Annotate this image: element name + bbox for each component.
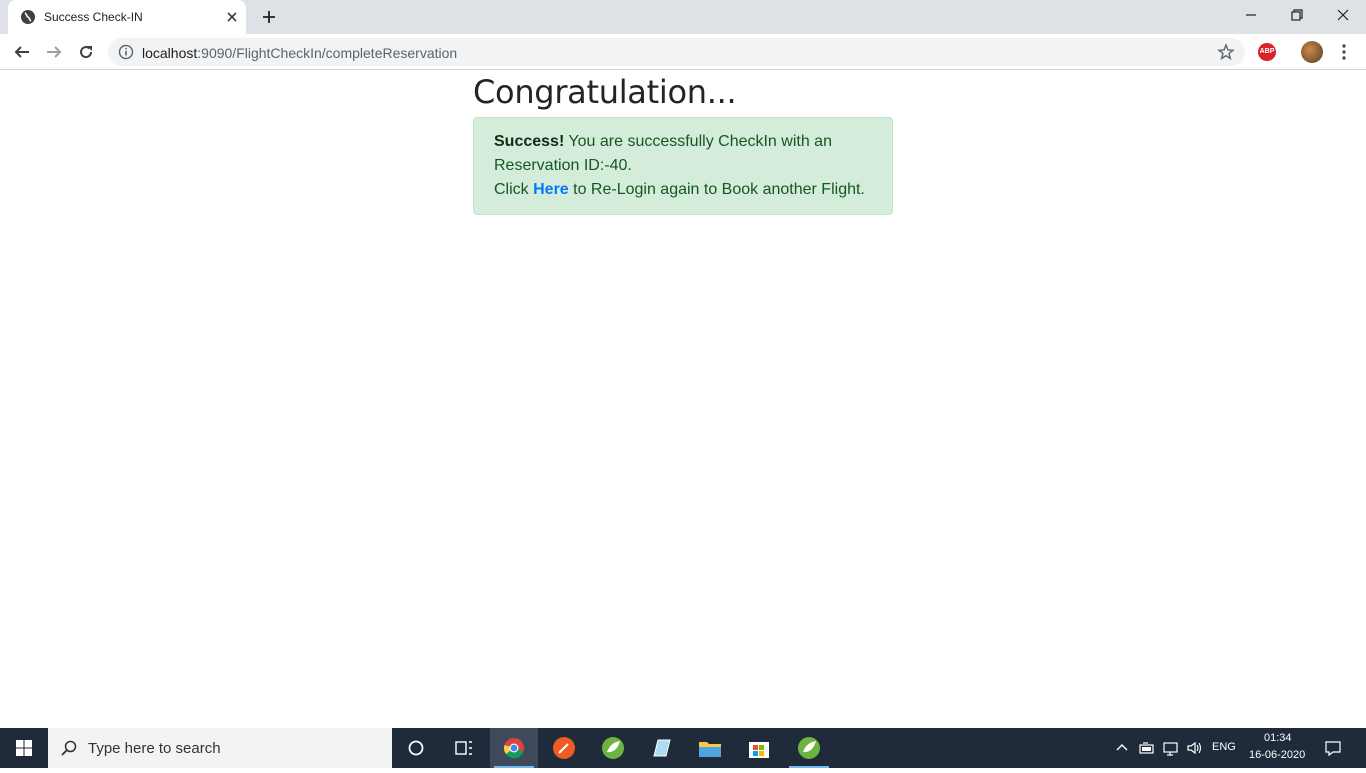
back-arrow-icon[interactable] (12, 42, 32, 62)
notification-icon[interactable] (1324, 739, 1342, 757)
chrome-icon (504, 738, 524, 759)
search-icon (61, 740, 77, 756)
taskbar-search-box[interactable]: Type here to search (48, 728, 392, 768)
page-content: Congratulation... Success! You are succe… (473, 72, 893, 215)
volume-icon[interactable] (1186, 740, 1204, 756)
globe-icon (21, 10, 35, 24)
adblock-extension-icon[interactable]: ABP (1258, 43, 1276, 61)
file-explorer-icon[interactable] (686, 728, 734, 768)
network-icon[interactable] (1162, 740, 1180, 756)
spring-tool-suite-icon[interactable] (589, 728, 637, 768)
spring-boot-taskbar-button[interactable] (785, 728, 833, 768)
clock-time[interactable]: 01:34 (1264, 732, 1292, 744)
browser-tab[interactable]: Success Check-IN (8, 0, 246, 34)
relogin-link[interactable]: Here (533, 181, 569, 198)
tab-strip: Success Check-IN (0, 0, 1366, 34)
chevron-up-icon[interactable] (1114, 740, 1130, 756)
cortana-icon[interactable] (392, 728, 440, 768)
alert-strong: Success! (494, 133, 565, 150)
microsoft-store-icon[interactable] (735, 728, 783, 768)
taskbar: Type here to search ENG 01:34 16-06-2020 (0, 728, 1366, 768)
minimize-icon[interactable] (1242, 6, 1260, 24)
success-alert: Success! You are successfully CheckIn wi… (473, 117, 893, 215)
reload-icon[interactable] (76, 42, 96, 62)
url-path: :9090/FlightCheckIn/completeReservation (197, 45, 458, 61)
menu-kebab-icon[interactable] (1336, 43, 1352, 61)
clock-date[interactable]: 16-06-2020 (1249, 749, 1305, 761)
task-view-icon[interactable] (440, 728, 488, 768)
new-tab-icon[interactable] (260, 8, 278, 26)
url-text: localhost:9090/FlightCheckIn/completeRes… (142, 45, 457, 61)
notepad-icon[interactable] (637, 728, 685, 768)
close-tab-icon[interactable] (224, 9, 240, 25)
chrome-taskbar-button[interactable] (490, 728, 538, 768)
language-indicator[interactable]: ENG (1212, 741, 1236, 753)
search-placeholder: Type here to search (88, 740, 221, 757)
address-bar[interactable]: localhost:9090/FlightCheckIn/completeRes… (108, 38, 1245, 66)
bookmark-star-icon[interactable] (1217, 43, 1235, 61)
tab-title: Success Check-IN (44, 10, 143, 24)
forward-arrow-icon[interactable] (44, 42, 64, 62)
profile-avatar[interactable] (1301, 41, 1323, 63)
info-icon[interactable] (118, 44, 134, 60)
page-title: Congratulation... (473, 73, 737, 111)
browser-toolbar: localhost:9090/FlightCheckIn/completeRes… (0, 34, 1366, 70)
alert-click-suffix: to Re-Login again to Book another Flight… (568, 181, 865, 198)
alert-click-prefix: Click (494, 181, 534, 198)
windows-start-icon[interactable] (0, 728, 48, 768)
restore-icon[interactable] (1288, 6, 1306, 24)
url-host: localhost (142, 45, 198, 61)
postman-icon[interactable] (540, 728, 588, 768)
battery-icon[interactable] (1138, 740, 1156, 756)
spring-leaf-icon (798, 737, 820, 759)
close-window-icon[interactable] (1334, 6, 1352, 24)
